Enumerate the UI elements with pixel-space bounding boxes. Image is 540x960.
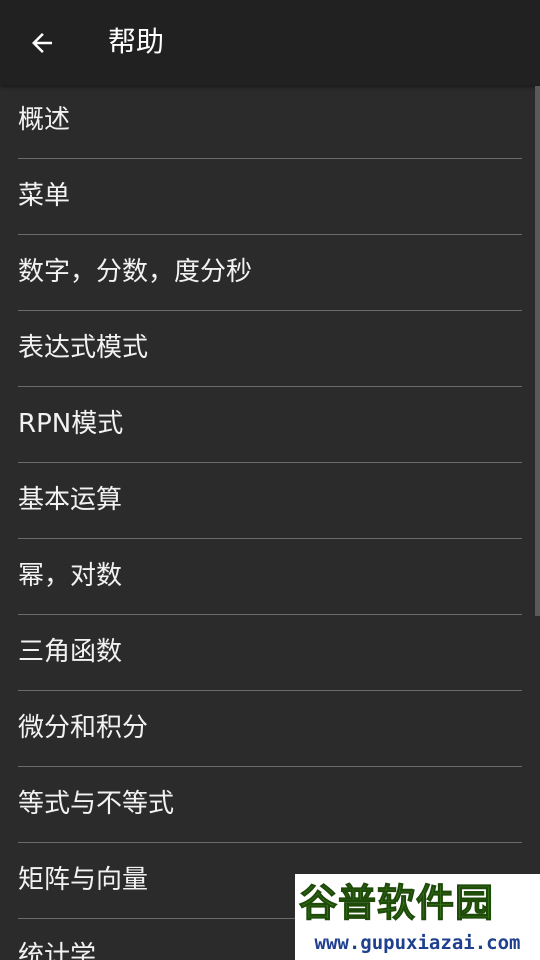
arrow-left-icon	[32, 33, 52, 53]
help-screen: 帮助 概述 菜单 数字，分数，度分秒 表达式模式 RPN模式 基本运算 幂，对数…	[0, 0, 540, 960]
scrollbar[interactable]	[535, 86, 540, 616]
help-topic-label: 表达式模式	[18, 333, 149, 363]
help-topic-label: 基本运算	[18, 485, 123, 515]
help-topic-powers-logs[interactable]: 幂，对数	[18, 539, 522, 615]
watermark-logo: 谷普软件园 www.gupuxiazai.com	[295, 874, 540, 960]
watermark-url: www.gupuxiazai.com	[314, 932, 521, 954]
help-topic-label: 三角函数	[18, 637, 123, 667]
help-topic-label: RPN模式	[18, 409, 124, 439]
help-topic-menu[interactable]: 菜单	[18, 159, 522, 235]
back-button[interactable]	[12, 13, 72, 73]
help-topic-label: 统计学	[18, 941, 97, 960]
help-topic-numbers[interactable]: 数字，分数，度分秒	[18, 235, 522, 311]
help-topic-label: 幂，对数	[18, 561, 123, 591]
help-topic-label: 等式与不等式	[18, 789, 175, 819]
help-topic-trigonometry[interactable]: 三角函数	[18, 615, 522, 691]
help-topic-expression-mode[interactable]: 表达式模式	[18, 311, 522, 387]
help-topic-list: 概述 菜单 数字，分数，度分秒 表达式模式 RPN模式 基本运算 幂，对数 三角…	[0, 83, 540, 960]
page-title: 帮助	[108, 25, 165, 58]
help-topic-rpn-mode[interactable]: RPN模式	[18, 387, 522, 463]
help-topic-calculus[interactable]: 微分和积分	[18, 691, 522, 767]
help-topic-label: 菜单	[18, 181, 71, 211]
help-topic-overview[interactable]: 概述	[18, 83, 522, 159]
help-topic-label: 微分和积分	[18, 713, 149, 743]
help-topic-equations[interactable]: 等式与不等式	[18, 767, 522, 843]
help-topic-label: 概述	[18, 105, 71, 135]
app-bar: 帮助	[0, 0, 540, 85]
watermark-title: 谷普软件园	[298, 881, 495, 926]
help-topic-label: 数字，分数，度分秒	[18, 257, 253, 287]
help-topic-label: 矩阵与向量	[18, 865, 149, 895]
help-topic-basic-operations[interactable]: 基本运算	[18, 463, 522, 539]
